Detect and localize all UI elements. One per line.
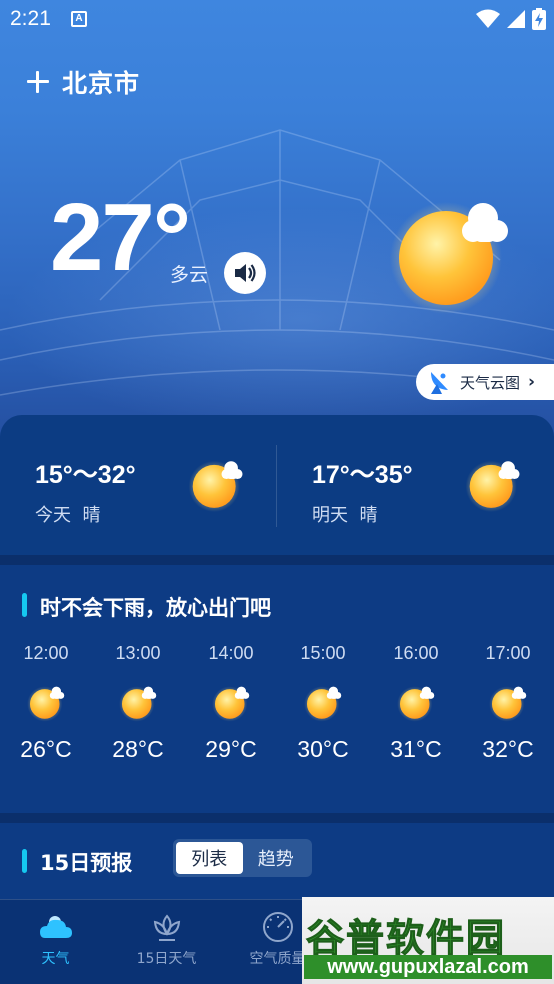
day-temp-range: 17°～35° (312, 461, 413, 489)
cloud-map-button[interactable]: 天气云图 › (416, 364, 554, 400)
wifi-icon (476, 9, 500, 28)
divider (276, 445, 277, 527)
nav-item-weather[interactable]: 天气 (0, 900, 111, 984)
plus-icon[interactable] (24, 68, 52, 96)
hour-time: 12:00 (23, 643, 69, 663)
hour-item[interactable]: 12:00 26°C (6, 643, 86, 763)
section-gap (0, 813, 554, 823)
today-card[interactable]: 15°～32° 今天 晴 (0, 415, 277, 555)
day-temp-range: 15°～32° (35, 461, 136, 489)
forecast-title: 15日预报 (40, 851, 133, 875)
watermark-logo: 谷普软件园 www.gupuxlazal.com (302, 897, 554, 984)
sun-cloud-icon (380, 195, 520, 315)
section-gap (0, 555, 554, 565)
satellite-dish-icon (431, 372, 448, 394)
nav-label: 15日天气 (136, 951, 197, 967)
sun-cloud-icon (24, 682, 68, 724)
section-accent-bar (22, 593, 27, 617)
two-day-summary: 15°～32° 今天 晴 17°～35° 明天 晴 (0, 415, 554, 555)
hour-item[interactable]: 17:00 32°C (468, 643, 548, 763)
hour-time: 15:00 (300, 643, 346, 663)
city-selector[interactable]: 北京市 (24, 64, 140, 100)
notification-icon: A (71, 11, 87, 27)
sun-cloud-icon (486, 682, 530, 724)
sun-cloud-icon (301, 682, 345, 724)
cloud-map-label: 天气云图 (460, 373, 521, 392)
hour-temp: 30°C (297, 736, 349, 762)
hour-item[interactable]: 13:00 28°C (98, 643, 178, 763)
hour-temp: 29°C (205, 736, 257, 762)
hourly-title: 时不会下雨，放心出门吧 (40, 596, 271, 620)
status-time: 2:21 (10, 7, 51, 30)
hour-temp: 32°C (482, 736, 534, 762)
sun-cloud-icon (461, 455, 525, 515)
gauge-icon (262, 912, 293, 942)
tab-list[interactable]: 列表 (176, 842, 243, 874)
sun-cloud-icon (209, 682, 253, 724)
hour-time: 16:00 (393, 643, 439, 663)
current-condition: 多云 (170, 264, 209, 286)
hour-item[interactable]: 15:00 30°C (283, 643, 363, 763)
status-bar: 2:21 A (0, 0, 554, 38)
nav-label: 天气 (41, 951, 70, 967)
hour-temp: 28°C (112, 736, 164, 762)
battery-charging-icon (532, 8, 546, 30)
tomorrow-card[interactable]: 17°～35° 明天 晴 (277, 415, 554, 555)
hour-item[interactable]: 16:00 31°C (376, 643, 456, 763)
lotus-icon (153, 914, 180, 941)
nav-item-15day[interactable]: 15日天气 (111, 900, 222, 984)
cloud-icon (39, 916, 72, 938)
section-accent-bar (22, 849, 27, 873)
hour-time: 14:00 (208, 643, 254, 663)
speaker-icon (235, 264, 256, 282)
day-label: 今天 晴 (35, 505, 101, 526)
day-label: 明天 晴 (312, 505, 378, 526)
watermark-title: 谷普软件园 (305, 916, 507, 961)
current-temperature: 27° (50, 184, 191, 291)
hourly-forecast-card: 时不会下雨，放心出门吧 12:00 26°C 13:00 28°C 14:00 … (0, 565, 554, 813)
hour-time: 13:00 (115, 643, 161, 663)
city-name[interactable]: 北京市 (62, 64, 140, 100)
sun-cloud-icon (116, 682, 160, 724)
hour-item[interactable]: 14:00 29°C (191, 643, 271, 763)
signal-icon (507, 10, 525, 28)
forecast-15day-card: 15日预报 列表 趋势 (0, 823, 554, 903)
view-toggle: 列表 趋势 (173, 839, 312, 877)
hour-temp: 31°C (390, 736, 442, 762)
voice-broadcast-button[interactable] (224, 252, 266, 294)
sun-cloud-icon (394, 682, 438, 724)
nav-label: 空气质量 (249, 951, 306, 967)
tab-trend[interactable]: 趋势 (243, 842, 310, 874)
hour-temp: 26°C (20, 736, 72, 762)
hour-time: 17:00 (485, 643, 531, 663)
sun-cloud-icon (184, 455, 248, 515)
chevron-right-icon: › (528, 372, 536, 392)
watermark-url: www.gupuxlazal.com (304, 955, 552, 979)
